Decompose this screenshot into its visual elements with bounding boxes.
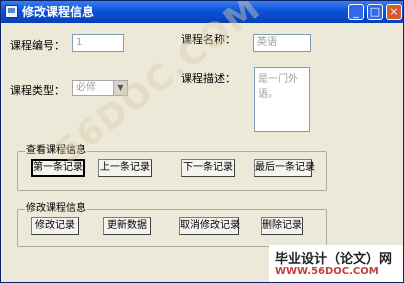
delete-record-button[interactable]: 删除记录 [261,217,303,235]
prev-record-button[interactable]: 上一条记录 [98,159,152,177]
minimize-button[interactable]: _ [348,4,364,20]
watermark-url: WWW.56DOC.COM [275,266,379,277]
watermark-brand: 毕业设计（论文）网 [275,252,393,267]
course-edit-window: 修改课程信息 _ □ × 课程编号： 1 课程名称： 英语 课程类型： 必修 ▼… [0,0,404,283]
modify-record-button[interactable]: 修改记录 [31,217,79,235]
watermark-banner: 毕业设计（论文）网 WWW.56DOC.COM [269,245,403,282]
maximize-button[interactable]: □ [367,4,383,20]
window-title: 修改课程信息 [22,5,95,19]
update-data-button[interactable]: 更新数据 [103,217,151,235]
course-id-input[interactable]: 1 [72,34,124,52]
course-type-value: 必修 [76,82,96,93]
course-name-label: 课程名称： [181,33,236,46]
course-name-input[interactable]: 英语 [253,34,311,52]
last-record-button[interactable]: 最后一条记录 [254,159,315,177]
title-bar[interactable]: 修改课程信息 _ □ × [1,1,403,23]
course-id-label: 课程编号： [10,39,65,52]
edit-records-group-title: 修改课程信息 [25,203,87,215]
course-desc-label: 课程描述： [181,72,236,85]
app-icon [5,5,18,18]
course-type-select[interactable]: 必修 ▼ [72,80,128,96]
next-record-button[interactable]: 下一条记录 [181,159,235,177]
view-records-group-title: 查看课程信息 [25,145,87,157]
course-type-label: 课程类型： [10,84,65,97]
first-record-button[interactable]: 第一条记录 [31,159,85,177]
close-button[interactable]: × [386,4,402,20]
course-desc-textarea[interactable]: 是一门外语。 [254,67,310,132]
cancel-modify-button[interactable]: 取消修改记录 [179,217,240,235]
chevron-down-icon[interactable]: ▼ [113,81,127,95]
